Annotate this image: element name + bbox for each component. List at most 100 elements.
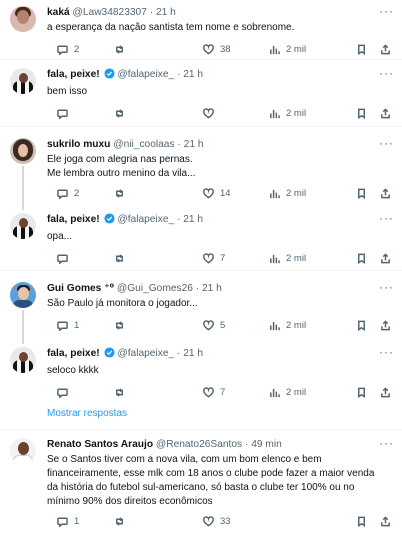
like-button[interactable]: [203, 106, 214, 120]
display-name[interactable]: fala, peixe!: [47, 69, 100, 80]
retweet-button[interactable]: [114, 42, 125, 56]
bookmark-button[interactable]: [356, 251, 367, 265]
avatar[interactable]: [10, 438, 36, 464]
show-replies-link[interactable]: Mostrar respostas: [47, 408, 127, 419]
share-icon: [381, 515, 390, 526]
like-button[interactable]: 7: [203, 251, 225, 265]
handle[interactable]: @Renato26Santos: [156, 439, 242, 450]
timestamp[interactable]: 21 h: [156, 7, 176, 18]
share-button[interactable]: [380, 385, 391, 399]
handle[interactable]: @Gui_Gomes26: [117, 283, 193, 294]
handle[interactable]: @falapeixe_: [117, 214, 174, 225]
share-icon: [381, 107, 390, 118]
reply-button[interactable]: 2: [57, 186, 79, 200]
timestamp[interactable]: 21 h: [184, 139, 204, 150]
bookmark-icon: [358, 108, 365, 119]
display-name[interactable]: fala, peixe!: [47, 214, 100, 225]
divider: [0, 59, 402, 60]
retweet-button[interactable]: [114, 106, 125, 120]
reply-button[interactable]: [57, 106, 68, 120]
more-options-icon[interactable]: ···: [379, 66, 394, 80]
bookmark-button[interactable]: [356, 42, 367, 56]
avatar[interactable]: [10, 347, 36, 373]
display-name[interactable]: Renato Santos Araujo: [47, 439, 153, 450]
reply-icon: [57, 45, 68, 55]
like-button[interactable]: 7: [203, 385, 225, 399]
tweet-text-line: São Paulo já monitora o jogador...: [47, 298, 198, 309]
retweet-button[interactable]: [114, 385, 125, 399]
like-count: 7: [220, 252, 226, 264]
timestamp[interactable]: 21 h: [183, 348, 203, 359]
share-button[interactable]: [380, 106, 391, 120]
views-button[interactable]: 2 mil: [269, 186, 306, 200]
share-button[interactable]: [380, 514, 391, 528]
bookmark-icon: [358, 253, 365, 264]
timestamp[interactable]: 21 h: [183, 69, 203, 80]
views-button[interactable]: 2 mil: [269, 106, 306, 120]
handle[interactable]: @falapeixe_: [117, 348, 174, 359]
timestamp[interactable]: 21 h: [202, 283, 222, 294]
retweet-button[interactable]: [114, 514, 125, 528]
action-bar: 1 5 2 mil: [47, 318, 392, 332]
avatar[interactable]: [10, 68, 36, 94]
views-button[interactable]: 2 mil: [269, 42, 306, 56]
reply-count: 1: [74, 319, 80, 331]
tweet-text: seloco kkkk: [47, 364, 392, 378]
avatar[interactable]: [10, 282, 36, 308]
name-emoji: ⁺⁰: [104, 283, 115, 294]
bookmark-button[interactable]: [356, 318, 367, 332]
display-name[interactable]: kaká: [47, 7, 70, 18]
more-options-icon[interactable]: ···: [379, 4, 394, 18]
like-button[interactable]: 5: [203, 318, 225, 332]
timestamp[interactable]: 49 min: [251, 439, 282, 450]
bookmark-button[interactable]: [356, 106, 367, 120]
bookmark-button[interactable]: [356, 186, 367, 200]
display-name[interactable]: sukrilo muxu: [47, 139, 110, 150]
more-options-icon[interactable]: ···: [379, 345, 394, 359]
share-button[interactable]: [380, 186, 391, 200]
views-button[interactable]: 2 mil: [269, 251, 306, 265]
handle[interactable]: @Law34823307: [73, 7, 147, 18]
like-button[interactable]: 33: [203, 514, 231, 528]
display-name[interactable]: Gui Gomes: [47, 283, 101, 294]
more-options-icon[interactable]: ···: [379, 136, 394, 150]
reply-button[interactable]: [57, 251, 68, 265]
handle[interactable]: @nii_coolaas: [113, 139, 174, 150]
tweet-header: kaká @Law34823307 · 21 h: [47, 6, 176, 19]
reply-button[interactable]: 1: [57, 514, 79, 528]
share-button[interactable]: [380, 42, 391, 56]
separator-dot: ·: [177, 348, 181, 359]
heart-icon: [203, 386, 214, 397]
bookmark-icon: [358, 387, 365, 398]
bookmark-button[interactable]: [356, 385, 367, 399]
avatar[interactable]: [10, 6, 36, 32]
thread-line: [22, 166, 24, 210]
more-options-icon[interactable]: ···: [379, 436, 394, 450]
share-icon: [381, 187, 390, 198]
like-count: 7: [220, 386, 226, 398]
heart-icon: [203, 515, 214, 526]
avatar[interactable]: [10, 213, 36, 239]
retweet-button[interactable]: [114, 186, 125, 200]
share-button[interactable]: [380, 251, 391, 265]
reply-button[interactable]: [57, 385, 68, 399]
retweet-button[interactable]: [114, 318, 125, 332]
avatar[interactable]: [10, 138, 36, 164]
reply-button[interactable]: 1: [57, 318, 79, 332]
retweet-button[interactable]: [114, 251, 125, 265]
tweet-text: São Paulo já monitora o jogador...: [47, 297, 392, 311]
views-button[interactable]: 2 mil: [269, 318, 306, 332]
like-button[interactable]: 38: [203, 42, 231, 56]
tweet-text-line: Me lembra outro menino da vila...: [47, 168, 196, 179]
display-name[interactable]: fala, peixe!: [47, 348, 100, 359]
timestamp[interactable]: 21 h: [183, 214, 203, 225]
tweet-text: a esperança da nação santista tem nome e…: [47, 21, 392, 35]
share-button[interactable]: [380, 318, 391, 332]
views-button[interactable]: 2 mil: [269, 385, 306, 399]
like-button[interactable]: 14: [203, 186, 231, 200]
more-options-icon[interactable]: ···: [379, 280, 394, 294]
handle[interactable]: @falapeixe_: [117, 69, 174, 80]
bookmark-button[interactable]: [356, 514, 367, 528]
reply-button[interactable]: 2: [57, 42, 79, 56]
more-options-icon[interactable]: ···: [379, 211, 394, 225]
